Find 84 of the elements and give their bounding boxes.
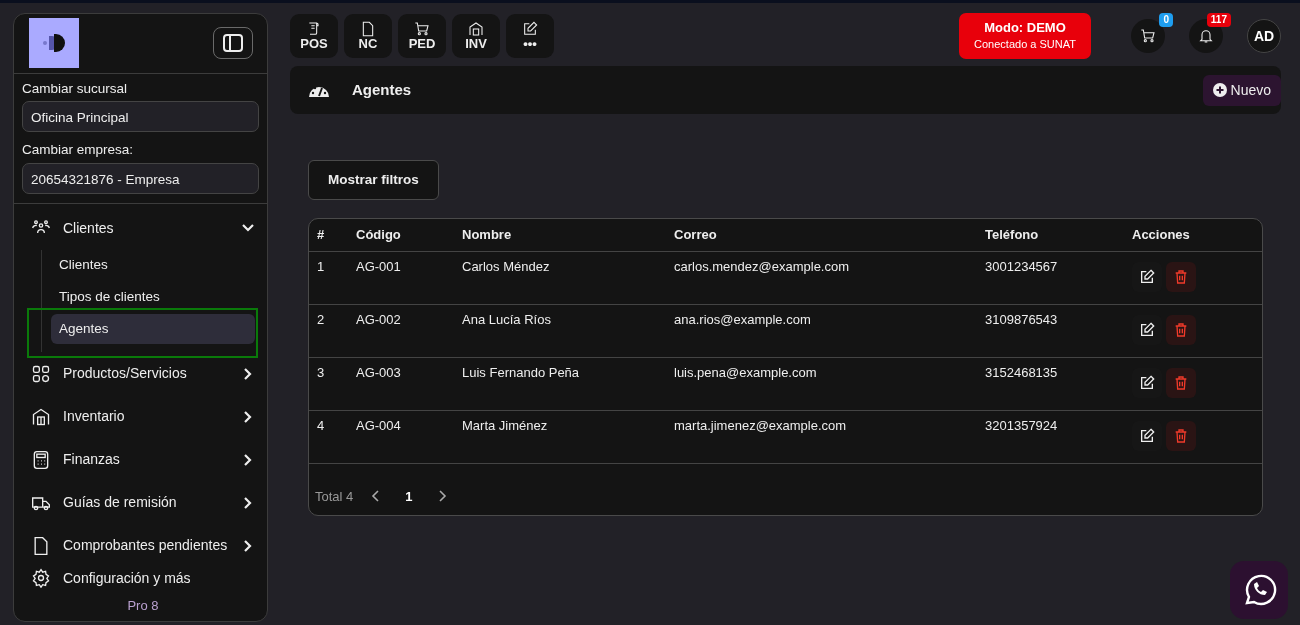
- next-page-button[interactable]: [436, 490, 447, 503]
- quick-action-button[interactable]: •••: [506, 14, 554, 58]
- demo-mode-button[interactable]: Modo: DEMO Conectado a SUNAT: [959, 13, 1091, 59]
- table-cell: 1: [309, 251, 348, 304]
- menu-item[interactable]: Finanzas: [31, 438, 255, 482]
- edit-icon: [1139, 427, 1155, 444]
- submenu-item[interactable]: Tipos de clientes: [51, 281, 255, 312]
- quick-action-button[interactable]: INV: [452, 14, 500, 58]
- table-cell: Ana Lucía Ríos: [454, 304, 666, 357]
- previous-page-button[interactable]: [371, 490, 382, 503]
- column-header: Código: [348, 219, 454, 251]
- delete-button[interactable]: [1165, 367, 1196, 398]
- edit-icon: [1139, 374, 1155, 391]
- page-title: Agentes: [352, 81, 413, 99]
- quick-action-button[interactable]: POS: [290, 14, 338, 58]
- field-label: Cambiar sucursal: [22, 80, 129, 98]
- version-label: Pro 8: [126, 596, 160, 615]
- delete-button[interactable]: [1165, 314, 1196, 345]
- warehouse-icon: [468, 20, 484, 37]
- quick-action-button[interactable]: PED: [398, 14, 446, 58]
- column-header: Acciones: [1124, 219, 1262, 251]
- calculator-icon: [31, 449, 51, 470]
- cart-icon: [414, 20, 430, 37]
- table-cell: AG-003: [348, 357, 454, 410]
- cart-button[interactable]: [1131, 19, 1165, 53]
- user-avatar[interactable]: AD: [1247, 19, 1281, 53]
- quick-action-button[interactable]: NC: [344, 14, 392, 58]
- plus-circle-icon: [1212, 83, 1227, 97]
- document-icon: [360, 20, 376, 37]
- receipt-icon: [306, 20, 322, 37]
- column-header: #: [309, 219, 348, 251]
- chevron-right-icon: [436, 490, 447, 503]
- menu-item[interactable]: Comprobantes pendientes: [31, 524, 255, 560]
- column-header: Teléfono: [977, 219, 1124, 251]
- edit-icon: [1139, 321, 1155, 338]
- grid-icon: [31, 363, 51, 384]
- delete-button[interactable]: [1165, 261, 1196, 292]
- sidebar-toggle-button[interactable]: [213, 27, 253, 59]
- table-cell: AG-004: [348, 410, 454, 463]
- delete-button[interactable]: [1165, 420, 1196, 451]
- table-cell: 3: [309, 357, 348, 410]
- table-cell: Marta Jiménez: [454, 410, 666, 463]
- chevron-left-icon: [371, 490, 382, 503]
- branch-select[interactable]: Oficina Principal: [22, 101, 259, 133]
- table-cell: luis.pena@example.com: [666, 357, 977, 410]
- column-header: Correo: [666, 219, 977, 251]
- submenu-item[interactable]: Agentes: [51, 314, 255, 345]
- table-cell: 3001234567: [977, 251, 1124, 304]
- edit-icon: [1139, 268, 1155, 285]
- field-label: Cambiar empresa:: [22, 141, 135, 160]
- table-cell: 3152468135: [977, 357, 1124, 410]
- count-badge: 117: [1206, 13, 1231, 27]
- edit-icon: [522, 20, 538, 37]
- table-cell: 2: [309, 304, 348, 357]
- count-badge: 0: [1159, 13, 1173, 27]
- table-cell: 3201357924: [977, 410, 1124, 463]
- submenu-item[interactable]: Clientes: [51, 249, 255, 280]
- logo: [29, 18, 79, 68]
- column-header: Nombre: [454, 219, 666, 251]
- bell-icon: [1198, 28, 1214, 44]
- total-label: Total 4: [315, 487, 354, 506]
- settings-link[interactable]: Configuración y más: [31, 564, 255, 592]
- table-cell: ana.rios@example.com: [666, 304, 977, 357]
- warehouse-icon: [31, 406, 51, 427]
- table-cell: marta.jimenez@example.com: [666, 410, 977, 463]
- menu-item[interactable]: Inventario: [31, 395, 255, 439]
- menu-item[interactable]: Clientes: [31, 206, 255, 250]
- table-cell: carlos.mendez@example.com: [666, 251, 977, 304]
- table-cell: AG-001: [348, 251, 454, 304]
- table-cell: 4: [309, 410, 348, 463]
- sidebar-icon: [223, 34, 243, 52]
- whatsapp-button[interactable]: [1230, 561, 1288, 619]
- new-button[interactable]: Nuevo: [1202, 74, 1281, 106]
- company-select[interactable]: 20654321876 - Empresa: [22, 162, 259, 194]
- show-filters-button[interactable]: Mostrar filtros: [308, 160, 439, 200]
- settings-icon: [31, 568, 51, 588]
- page-button[interactable]: 1: [399, 485, 419, 507]
- menu-item[interactable]: Productos/Servicios: [31, 352, 255, 396]
- table-cell: AG-002: [348, 304, 454, 357]
- table-cell: 3109876543: [977, 304, 1124, 357]
- cart-icon: [1140, 28, 1156, 44]
- menu-item[interactable]: Guías de remisión: [31, 481, 255, 525]
- table-cell: Carlos Méndez: [454, 251, 666, 304]
- table-cell: Luis Fernando Peña: [454, 357, 666, 410]
